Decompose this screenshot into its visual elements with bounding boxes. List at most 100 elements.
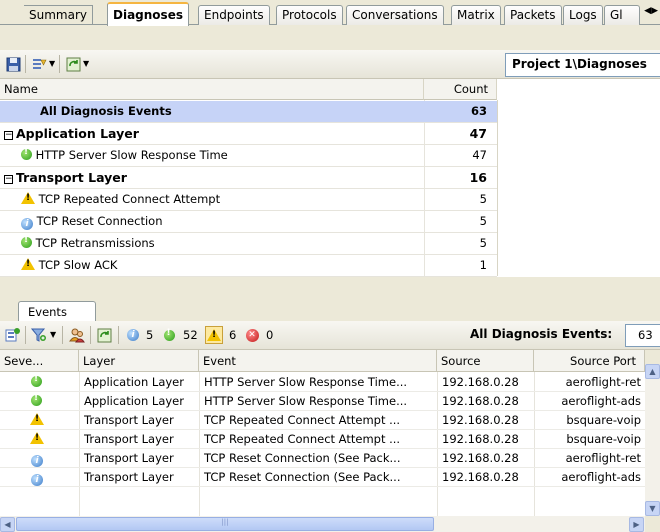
- toolbar-separator: [118, 326, 119, 344]
- events-vertical-scrollbar[interactable]: ▲ ▼: [645, 364, 660, 516]
- column-header-count[interactable]: Count: [424, 79, 497, 100]
- event-source-port: bsquare-voip: [566, 432, 641, 446]
- tab-protocols[interactable]: Protocols: [276, 5, 343, 25]
- event-source: 192.168.0.28: [442, 432, 519, 446]
- save-icon: [6, 57, 20, 71]
- warning-count: 6: [229, 328, 237, 342]
- tab-gl[interactable]: Gl: [604, 5, 640, 25]
- filter-button[interactable]: [30, 55, 48, 73]
- events-horizontal-scrollbar[interactable]: ◀ ||| ▶: [0, 516, 645, 532]
- add-filter-button[interactable]: [30, 326, 48, 344]
- event-source: 192.168.0.28: [442, 375, 519, 389]
- refresh-button[interactable]: [95, 326, 113, 344]
- scroll-down-icon[interactable]: ▼: [645, 501, 660, 516]
- event-row[interactable]: Transport Layer TCP Repeated Connect Att…: [0, 411, 645, 430]
- column-divider: [497, 100, 498, 276]
- column-header-event[interactable]: Event: [199, 350, 437, 372]
- diagnosis-row[interactable]: TCP Repeated Connect Attempt 5: [0, 189, 497, 211]
- filter-info-toggle[interactable]: i: [124, 326, 142, 344]
- scroll-left-icon[interactable]: ◀: [0, 517, 15, 532]
- refresh-button[interactable]: [64, 55, 82, 73]
- events-table: Seve... Layer Event Source Source Port A…: [0, 350, 645, 516]
- event-layer: Transport Layer: [84, 413, 174, 427]
- tab-diagnoses[interactable]: Diagnoses: [107, 2, 189, 26]
- filter-warning-toggle[interactable]: [205, 326, 223, 344]
- filter-error-toggle[interactable]: ✕: [243, 326, 261, 344]
- info-icon: i: [21, 218, 33, 230]
- chevron-down-icon[interactable]: ▼: [83, 59, 89, 68]
- tab-label: Conversations: [352, 8, 438, 22]
- event-source-port: aeroflight-ads: [561, 394, 641, 408]
- scrollbar-corner: [645, 516, 660, 532]
- info-icon: i: [31, 455, 43, 467]
- tab-summary[interactable]: Summary: [24, 5, 93, 25]
- tab-label: Summary: [29, 8, 87, 22]
- row-count: 47: [472, 148, 487, 162]
- event-row[interactable]: i Transport Layer TCP Reset Connection (…: [0, 449, 645, 468]
- all-events-value: 63: [625, 324, 660, 347]
- column-header-severity[interactable]: Seve...: [0, 350, 79, 372]
- ok-icon: [21, 147, 32, 160]
- diagnosis-group-application-layer[interactable]: − Application Layer 47: [0, 123, 497, 145]
- column-header-source[interactable]: Source: [437, 350, 534, 372]
- event-row[interactable]: i Transport Layer TCP Reset Connection (…: [0, 468, 645, 487]
- event-source-port: bsquare-voip: [566, 413, 641, 427]
- tab-endpoints[interactable]: Endpoints: [198, 5, 270, 25]
- event-name: TCP Reset Connection (See Pack...: [204, 451, 401, 465]
- tab-logs[interactable]: Logs: [563, 5, 603, 25]
- tab-matrix[interactable]: Matrix: [451, 5, 501, 25]
- toolbar-separator: [62, 326, 63, 344]
- event-source-port: aeroflight-ret: [565, 375, 641, 389]
- row-count: 47: [469, 126, 487, 141]
- event-name: TCP Repeated Connect Attempt ...: [204, 413, 401, 427]
- event-source: 192.168.0.28: [442, 451, 519, 465]
- event-row[interactable]: Application Layer HTTP Server Slow Respo…: [0, 373, 645, 392]
- diagnosis-row[interactable]: TCP Retransmissions 5: [0, 233, 497, 255]
- funnel-add-icon: [31, 328, 46, 342]
- event-source: 192.168.0.28: [442, 470, 519, 484]
- column-header-source-port[interactable]: Source Port: [534, 350, 645, 372]
- scroll-right-icon[interactable]: ▶: [629, 517, 644, 532]
- tab-events[interactable]: Events: [18, 301, 96, 322]
- save-button[interactable]: [4, 55, 22, 73]
- diagnosis-row[interactable]: TCP Slow ACK 1: [0, 255, 497, 277]
- event-row[interactable]: Application Layer HTTP Server Slow Respo…: [0, 392, 645, 411]
- row-name: All Diagnosis Events: [40, 104, 172, 118]
- users-button[interactable]: [68, 326, 86, 344]
- event-source: 192.168.0.28: [442, 394, 519, 408]
- scrollbar-thumb[interactable]: |||: [16, 517, 434, 531]
- collapse-icon[interactable]: −: [4, 131, 13, 140]
- row-count: 63: [470, 104, 487, 118]
- event-source-port: aeroflight-ads: [561, 470, 641, 484]
- filter-ok-toggle[interactable]: [160, 326, 178, 344]
- toolbar-separator: [90, 326, 91, 344]
- event-layer: Transport Layer: [84, 470, 174, 484]
- tab-packets[interactable]: Packets: [504, 5, 562, 25]
- scroll-up-icon[interactable]: ▲: [645, 364, 660, 379]
- chevron-down-icon[interactable]: ▼: [49, 59, 55, 68]
- row-count: 1: [479, 258, 487, 272]
- diagnosis-row-all[interactable]: All Diagnosis Events 63: [0, 101, 497, 123]
- event-name: TCP Reset Connection (See Pack...: [204, 470, 401, 484]
- ok-count: 52: [183, 328, 198, 342]
- row-name: HTTP Server Slow Response Time: [35, 148, 228, 162]
- tab-scroll-arrows[interactable]: ◀▶: [644, 6, 658, 16]
- chevron-down-icon[interactable]: ▼: [50, 330, 56, 339]
- events-view-button[interactable]: [4, 326, 22, 344]
- diagnoses-table: Name Count All Diagnosis Events 63 − Appl…: [0, 79, 660, 277]
- event-layer: Transport Layer: [84, 432, 174, 446]
- event-row[interactable]: Transport Layer TCP Repeated Connect Att…: [0, 430, 645, 449]
- collapse-icon[interactable]: −: [4, 175, 13, 184]
- diagnosis-row[interactable]: HTTP Server Slow Response Time 47: [0, 145, 497, 167]
- tab-label: Endpoints: [204, 8, 264, 22]
- column-header-name[interactable]: Name: [0, 79, 424, 100]
- toolbar-separator: [25, 55, 26, 73]
- toolbar-separator: [25, 326, 26, 344]
- row-count: 5: [479, 192, 487, 206]
- diagnosis-group-transport-layer[interactable]: − Transport Layer 16: [0, 167, 497, 189]
- tab-conversations[interactable]: Conversations: [346, 5, 444, 25]
- warning-icon: [30, 413, 44, 425]
- diagnosis-row[interactable]: i TCP Reset Connection 5: [0, 211, 497, 233]
- events-tab-strip: Events: [0, 277, 660, 322]
- column-header-layer[interactable]: Layer: [79, 350, 199, 372]
